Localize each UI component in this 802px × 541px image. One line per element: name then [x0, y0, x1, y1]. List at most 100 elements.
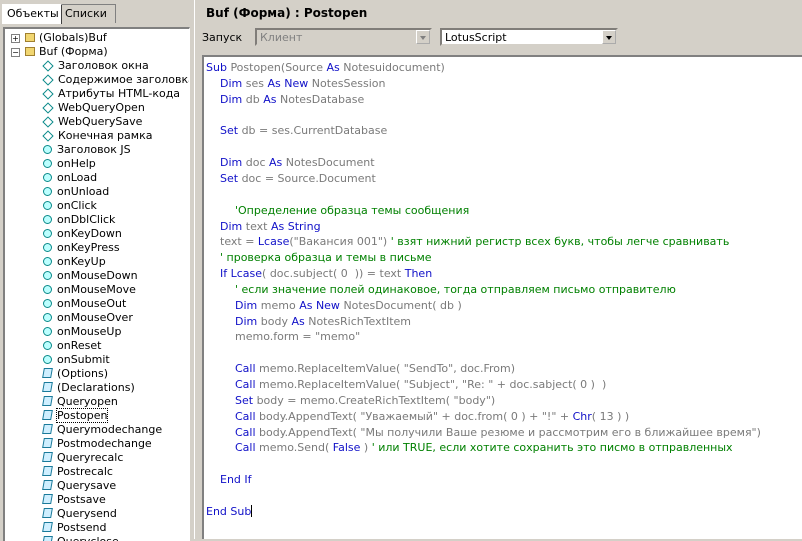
code-keyword: Lcase: [257, 235, 290, 249]
code-line: Call memo.ReplaceItemValue( "SendTo", do…: [235, 361, 515, 376]
tree-item-label: Queryrecalc: [57, 451, 124, 464]
language-select[interactable]: LotusScript: [440, 28, 618, 46]
tree-item[interactable]: Querymodechange: [42, 423, 163, 437]
circle-icon: [43, 313, 52, 322]
code-keyword: As String: [270, 219, 321, 233]
code-keyword: False: [332, 441, 361, 455]
tree-item[interactable]: Заголовок JS: [43, 143, 131, 157]
right-panel: Buf (Форма) : Postopen Запуск Клиент Lot…: [200, 0, 802, 539]
tree-item[interactable]: onMouseMove: [43, 283, 136, 297]
code-text: memo.ReplaceItemValue( "Subject", "Re: "…: [259, 378, 607, 391]
code-keyword: As: [269, 156, 286, 170]
code-text: text: [245, 219, 271, 233]
chevron-down-icon: [416, 30, 430, 44]
tree-item-label: Заголовок окна: [58, 59, 149, 72]
diamond-icon: [42, 74, 54, 86]
code-line: Dim text As String: [220, 219, 321, 234]
tree-item[interactable]: WebQuerySave: [42, 115, 142, 129]
code-keyword: Call: [235, 362, 260, 376]
script-icon: [42, 480, 53, 490]
tree-item[interactable]: Queryrecalc: [42, 451, 124, 465]
code-line: Set doc = Source.Document: [220, 171, 376, 186]
object-tree[interactable]: + (Globals)Buf − Buf (Форма) Заголовок окна С…: [3, 27, 190, 541]
code-text: db = ses.CurrentDatabase: [241, 124, 388, 138]
tree-item[interactable]: WebQueryOpen: [42, 101, 145, 115]
code-text: NotesDocument: [285, 156, 375, 170]
tree-item-label: onMouseUp: [57, 325, 122, 338]
tree-item-label: onMouseOut: [57, 297, 127, 310]
tree-item[interactable]: Конечная рамка: [42, 129, 152, 143]
folder-icon: [25, 33, 35, 42]
tree-item-label: (Declarations): [57, 381, 135, 394]
tree-item[interactable]: − Buf (Форма): [11, 45, 108, 59]
tree-item[interactable]: (Options): [42, 367, 108, 381]
tree-item[interactable]: onMouseDown: [43, 269, 138, 283]
code-line: Sub Postopen(Source As Notesuidocument): [206, 60, 445, 75]
circle-icon: [43, 299, 52, 308]
tab-lists[interactable]: Списки: [60, 4, 116, 23]
tree-item[interactable]: onClick: [43, 199, 97, 213]
code-line: ' проверка образца и темы в письме: [220, 250, 432, 265]
tree-item[interactable]: Postopen: [42, 408, 109, 423]
tree-item[interactable]: Postmodechange: [42, 437, 152, 451]
code-keyword: Call: [235, 441, 260, 455]
diamond-icon: [42, 88, 54, 100]
tree-item-label: Querymodechange: [57, 423, 163, 436]
tree-item-label: Queryopen: [57, 395, 118, 408]
tree-item[interactable]: + (Globals)Buf: [11, 31, 107, 45]
code-line: Dim body As NotesRichTextItem: [235, 314, 411, 329]
tree-item[interactable]: onDblClick: [43, 213, 115, 227]
tree-item[interactable]: Queryclose: [42, 535, 119, 541]
code-editor[interactable]: Sub Postopen(Source As Notesuidocument) D…: [202, 55, 802, 539]
editor-header: Buf (Форма) : Postopen: [200, 3, 802, 25]
circle-icon: [43, 243, 52, 252]
tree-item[interactable]: Атрибуты HTML-кода: [42, 87, 180, 101]
tree-item[interactable]: onKeyDown: [43, 227, 122, 241]
tree-item[interactable]: onReset: [43, 339, 101, 353]
code-line: Dim memo As New NotesDocument( db ): [235, 298, 462, 313]
editor-toolbar: Запуск Клиент LotusScript: [200, 27, 802, 51]
editor-title: Buf (Форма) : Postopen: [206, 6, 368, 20]
tree-item-label: onClick: [57, 199, 97, 212]
chevron-down-icon[interactable]: [602, 30, 616, 44]
tree-item[interactable]: Querysend: [42, 507, 117, 521]
code-keyword: Dim: [235, 298, 261, 312]
tree-item[interactable]: Postrecalc: [42, 465, 113, 479]
code-keyword: Dim: [220, 156, 246, 170]
script-icon: [42, 438, 53, 448]
tree-item[interactable]: Postsave: [42, 493, 106, 507]
code-keyword: As: [263, 92, 280, 106]
code-text: body = memo.CreateRichTextItem( "body"): [256, 393, 496, 407]
tree-item[interactable]: Postsend: [42, 521, 106, 535]
code-line: Call body.AppendText( "Мы получили Ваше …: [235, 425, 761, 440]
tree-item[interactable]: onUnload: [43, 185, 109, 199]
code-line: End Sub: [206, 504, 253, 519]
script-icon: [42, 522, 53, 532]
collapse-icon[interactable]: −: [11, 48, 20, 57]
circle-icon: [43, 285, 52, 294]
code-keyword: As: [326, 61, 344, 74]
tree-item-label: (Globals)Buf: [39, 31, 107, 44]
tree-item[interactable]: onKeyPress: [43, 241, 120, 255]
tree-item-label: Postsave: [57, 493, 106, 506]
tree-item[interactable]: onMouseOut: [43, 297, 126, 311]
code-keyword: Set: [235, 393, 257, 407]
code-keyword: Then: [404, 267, 433, 281]
tree-item[interactable]: (Declarations): [42, 381, 135, 395]
code-keyword: Call: [235, 409, 260, 423]
tree-item[interactable]: onLoad: [43, 171, 97, 185]
tree-item[interactable]: onMouseUp: [43, 325, 121, 339]
tree-item[interactable]: Заголовок окна: [42, 59, 149, 73]
tab-objects[interactable]: Объекты: [2, 4, 62, 24]
expand-icon[interactable]: +: [11, 34, 20, 43]
run-label: Запуск: [202, 31, 243, 44]
tree-item[interactable]: onKeyUp: [43, 255, 106, 269]
tree-item[interactable]: onMouseOver: [43, 311, 133, 325]
code-text: ( doc.subject( 0 )) = text: [262, 267, 405, 281]
tree-item[interactable]: onSubmit: [43, 353, 110, 367]
tree-item[interactable]: Содержимое заголовка H: [42, 73, 189, 87]
tree-item[interactable]: Queryopen: [42, 395, 118, 409]
tree-item[interactable]: Querysave: [42, 479, 116, 493]
code-line: Call memo.Send( False ) ' или TRUE, если…: [235, 440, 733, 455]
tree-item[interactable]: onHelp: [43, 157, 96, 171]
